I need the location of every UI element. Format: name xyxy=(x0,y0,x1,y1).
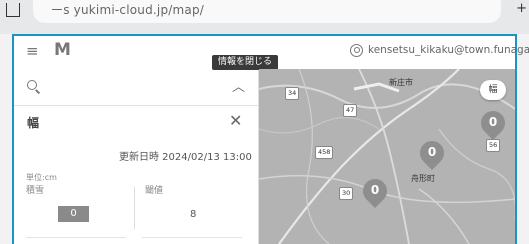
snow-marker[interactable]: 0 xyxy=(415,136,449,171)
route-shield: 458 xyxy=(315,146,334,159)
threshold-header: 閾値 xyxy=(145,186,164,196)
snow-depth-value: 0 xyxy=(58,206,89,222)
divider xyxy=(142,237,242,238)
map-view[interactable]: 新庄市 舟形町 34 47 458 30 56 幅 0 0 0 xyxy=(259,69,515,244)
detail-title: 幅 xyxy=(27,116,40,130)
search-row[interactable]: ︿ xyxy=(14,69,259,106)
snow-depth-header: 積雪 xyxy=(26,186,45,196)
tab-icon[interactable] xyxy=(6,3,20,17)
search-icon[interactable] xyxy=(27,80,37,90)
marker-value: 0 xyxy=(370,183,380,197)
route-shield: 47 xyxy=(343,104,358,117)
close-icon[interactable]: ✕ xyxy=(229,111,242,130)
route-shield: 30 xyxy=(339,187,354,200)
account-email[interactable]: kensetsu_kikaku@town.funagata.y xyxy=(368,44,529,56)
unit-label: 単位:cm xyxy=(26,173,57,182)
route-shield: 34 xyxy=(285,87,300,100)
chevron-up-icon[interactable]: ︿ xyxy=(232,76,245,95)
app-logo[interactable]: M xyxy=(54,40,71,60)
layer-toggle-button[interactable]: 幅 xyxy=(480,80,506,100)
menu-icon[interactable]: ≡ xyxy=(26,42,39,60)
threshold-value: 8 xyxy=(190,209,197,220)
place-label: 舟形町 xyxy=(411,174,435,183)
account-icon[interactable] xyxy=(350,44,363,57)
column-divider xyxy=(134,187,135,229)
plus-icon[interactable]: + xyxy=(516,1,527,16)
marker-value: 0 xyxy=(427,145,437,159)
place-label: 新庄市 xyxy=(389,78,413,87)
browser-toolbar: ーs yukimi-cloud.jp/map/ + xyxy=(0,0,529,34)
url-text[interactable]: ーs yukimi-cloud.jp/map/ xyxy=(51,1,204,18)
close-info-tooltip: 情報を閉じる xyxy=(212,55,279,70)
info-panel: ︿ 幅 ✕ 更新日時 2024/02/13 13:00 単位:cm 積雪 閾値 … xyxy=(14,69,259,244)
divider xyxy=(26,237,126,238)
snow-marker[interactable]: 0 xyxy=(358,174,392,209)
marker-value: 0 xyxy=(488,115,498,129)
updated-timestamp: 更新日時 2024/02/13 13:00 xyxy=(119,152,252,163)
snow-marker[interactable]: 0 xyxy=(476,106,510,141)
